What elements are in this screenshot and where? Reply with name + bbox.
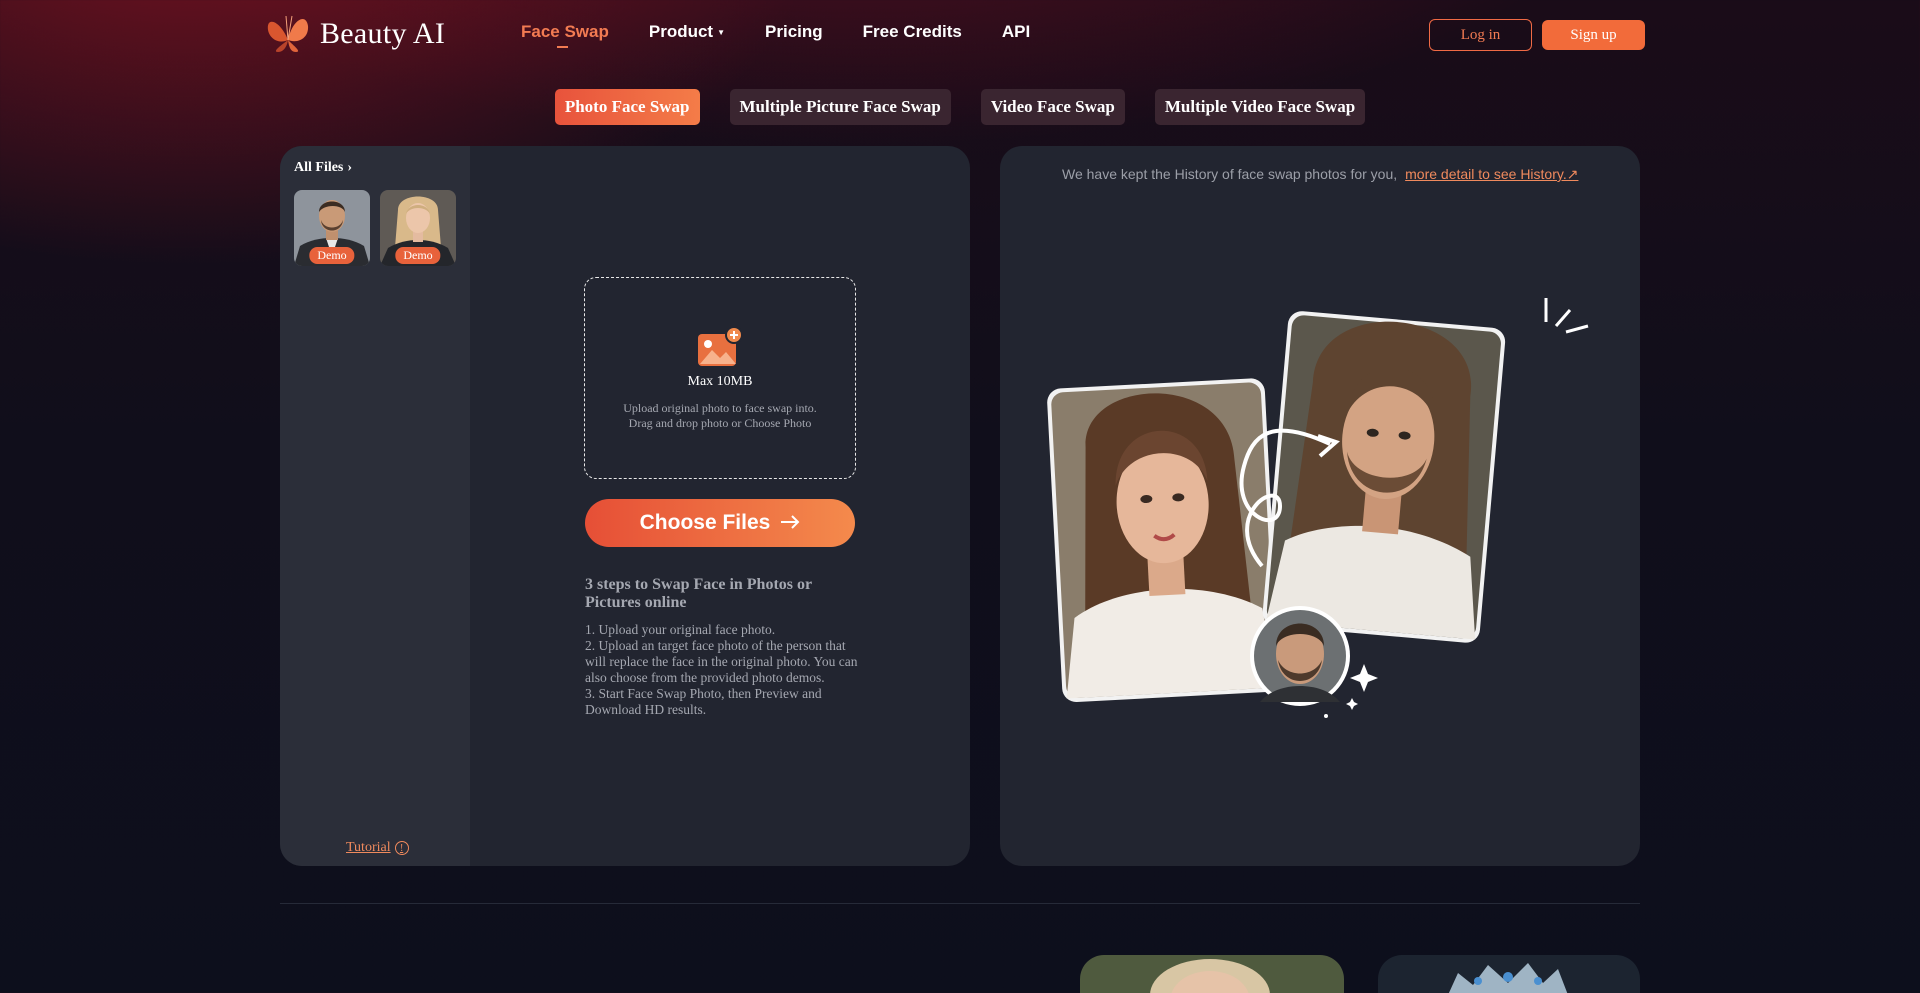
- all-files-label: All Files: [294, 160, 344, 175]
- result-photo-card: [1262, 311, 1506, 643]
- nav-api[interactable]: API: [1002, 22, 1030, 42]
- result-panel: We have kept the History of face swap ph…: [1000, 146, 1640, 866]
- section-divider: [280, 903, 1640, 904]
- step-item: 2. Upload an target face photo of the pe…: [585, 638, 858, 685]
- top-navbar: Beauty AI Face Swap Product ▼ Pricing Fre…: [0, 0, 1920, 68]
- demo-badge: Demo: [309, 247, 355, 264]
- upload-description: Upload original photo to face swap into.…: [585, 401, 855, 431]
- steps-list: 1. Upload your original face photo. 2. U…: [585, 622, 865, 718]
- nav-product-label: Product: [648, 22, 714, 41]
- tab-video-face-swap[interactable]: Video Face Swap: [980, 89, 1125, 125]
- tab-multiple-picture-face-swap[interactable]: Multiple Picture Face Swap: [729, 89, 951, 125]
- signup-button[interactable]: Sign up: [1542, 20, 1645, 50]
- face-swap-illustration: [1047, 298, 1589, 718]
- file-sidebar: All Files › Demo Demo Tutorial !: [280, 146, 470, 866]
- demo-badge: Demo: [395, 247, 441, 264]
- steps-title: 3 steps to Swap Face in Photos or Pictur…: [585, 576, 812, 611]
- all-files-link[interactable]: All Files ›: [294, 160, 352, 176]
- info-icon: !: [394, 841, 409, 855]
- demo-thumb-woman[interactable]: Demo: [380, 190, 456, 266]
- demo-thumb-man[interactable]: Demo: [294, 190, 370, 266]
- arrow-right-icon: [780, 511, 800, 535]
- mode-tabs: Photo Face Swap Multiple Picture Face Sw…: [0, 89, 1920, 125]
- step-item: 3. Start Face Swap Photo, then Preview a…: [585, 686, 822, 717]
- upload-dropzone[interactable]: Max 10MB Upload original photo to face s…: [584, 277, 856, 479]
- login-button[interactable]: Log in: [1429, 19, 1532, 51]
- logo[interactable]: Beauty AI: [262, 10, 445, 58]
- nav-links: Face Swap Product ▼ Pricing Free Credits …: [521, 22, 1030, 48]
- gallery-preview-2: [1378, 955, 1640, 993]
- choose-files-button[interactable]: Choose Files: [585, 499, 855, 547]
- original-photo-card: [1047, 378, 1280, 702]
- gallery-preview-1: [1080, 955, 1344, 993]
- tutorial-link[interactable]: Tutorial !: [346, 840, 409, 856]
- max-size-label: Max 10MB: [687, 374, 753, 389]
- nav-free-credits[interactable]: Free Credits: [863, 22, 962, 42]
- logo-text: Beauty AI: [320, 17, 446, 50]
- upload-desc-line1: Upload original photo to face swap into.: [623, 401, 817, 415]
- tutorial-label: Tutorial: [346, 840, 391, 855]
- nav-pricing[interactable]: Pricing: [765, 22, 823, 42]
- nav-product[interactable]: Product ▼: [649, 22, 725, 42]
- nav-face-swap[interactable]: Face Swap: [521, 22, 609, 48]
- upload-desc-line2: Drag and drop photo or Choose Photo: [628, 416, 812, 430]
- choose-files-label: Choose Files: [639, 511, 771, 534]
- tab-photo-face-swap[interactable]: Photo Face Swap: [554, 89, 700, 125]
- caret-down-icon: ▼: [717, 27, 726, 37]
- step-item: 1. Upload your original face photo.: [585, 622, 776, 637]
- image-upload-icon: [696, 326, 744, 373]
- butterfly-logo-icon: [262, 10, 314, 59]
- upload-panel: All Files › Demo Demo Tutorial ! Max 10M…: [280, 146, 970, 866]
- tab-multiple-video-face-swap[interactable]: Multiple Video Face Swap: [1154, 89, 1366, 125]
- chevron-right-icon: ›: [347, 160, 353, 175]
